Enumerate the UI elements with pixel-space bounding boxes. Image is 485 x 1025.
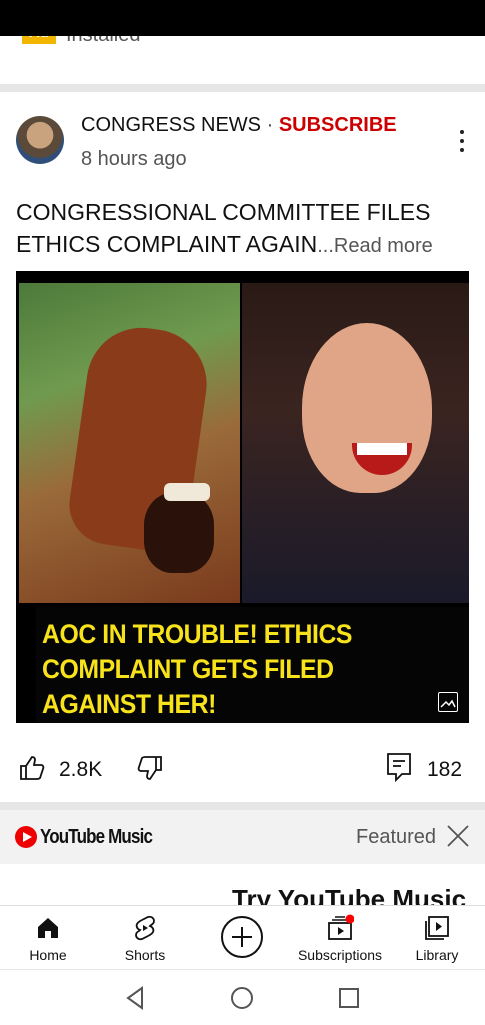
post-actions: 2.8K 182: [0, 744, 485, 794]
person-photo: [242, 283, 469, 603]
nav-label-library: Library: [415, 947, 459, 963]
channel-line: CONGRESS NEWS · SUBSCRIBE: [81, 114, 397, 137]
ad-badge: Ad: [22, 36, 56, 44]
shorts-icon: [131, 914, 159, 942]
like-icon[interactable]: [18, 754, 46, 787]
recents-icon[interactable]: [338, 987, 360, 1009]
status-bar: [0, 0, 485, 36]
promo-heading: Try YouTube Music: [232, 884, 467, 906]
nav-label-subscriptions: Subscriptions: [297, 947, 383, 963]
post-headline[interactable]: CONGRESSIONAL COMMITTEE FILES ETHICS COM…: [16, 196, 466, 262]
bottom-navigation: Home Shorts Subscriptions Library: [0, 905, 485, 970]
featured-label: Featured: [356, 826, 437, 848]
youtube-music-brand: YouTube Music: [40, 826, 153, 848]
separator-dot: ·: [266, 114, 274, 136]
youtube-music-promo-header: YouTube Music Featured: [0, 810, 485, 864]
youtube-music-logo-icon: [15, 826, 37, 848]
nav-item-home[interactable]: Home: [3, 906, 93, 970]
feed-separator: [0, 802, 485, 810]
image-caption: AOC IN TROUBLE! ETHICS COMPLAINT GETS FI…: [42, 619, 353, 719]
channel-name[interactable]: CONGRESS NEWS: [81, 114, 261, 136]
ad-status-text: Installed: [66, 36, 141, 47]
more-options-icon[interactable]: [452, 130, 472, 156]
comment-count: 182: [427, 758, 463, 781]
comment-icon[interactable]: [386, 752, 412, 787]
back-icon[interactable]: [124, 986, 146, 1010]
library-icon: [423, 914, 451, 942]
image-icon: [438, 692, 458, 712]
nav-label-home: Home: [29, 947, 67, 963]
home-circle-icon[interactable]: [230, 986, 254, 1010]
ad-card-remainder[interactable]: Ad Installed: [0, 36, 485, 84]
channel-avatar[interactable]: [16, 116, 64, 164]
post-image[interactable]: AOC IN TROUBLE! ETHICS COMPLAINT GETS FI…: [16, 271, 469, 723]
subscribe-button[interactable]: SUBSCRIBE: [279, 114, 397, 136]
nav-label-shorts: Shorts: [124, 947, 166, 963]
home-icon: [34, 914, 62, 942]
nav-item-shorts[interactable]: Shorts: [100, 906, 190, 970]
post-time: 8 hours ago: [81, 148, 187, 170]
nav-item-library[interactable]: Library: [392, 906, 482, 970]
create-icon: [232, 927, 252, 947]
horse-photo: [19, 283, 240, 603]
feed-separator: [0, 84, 485, 92]
dislike-icon[interactable]: [136, 754, 164, 787]
close-icon[interactable]: [446, 824, 470, 848]
community-post: CONGRESS NEWS · SUBSCRIBE 8 hours ago CO…: [0, 92, 485, 802]
nav-item-subscriptions[interactable]: Subscriptions: [295, 906, 385, 970]
like-count: 2.8K: [59, 758, 103, 781]
create-button[interactable]: [221, 916, 263, 958]
system-navigation-bar: [0, 969, 485, 1025]
subscriptions-icon: [326, 914, 355, 942]
read-more-link[interactable]: ...Read more: [317, 235, 433, 257]
image-caption-box: AOC IN TROUBLE! ETHICS COMPLAINT GETS FI…: [36, 607, 469, 723]
